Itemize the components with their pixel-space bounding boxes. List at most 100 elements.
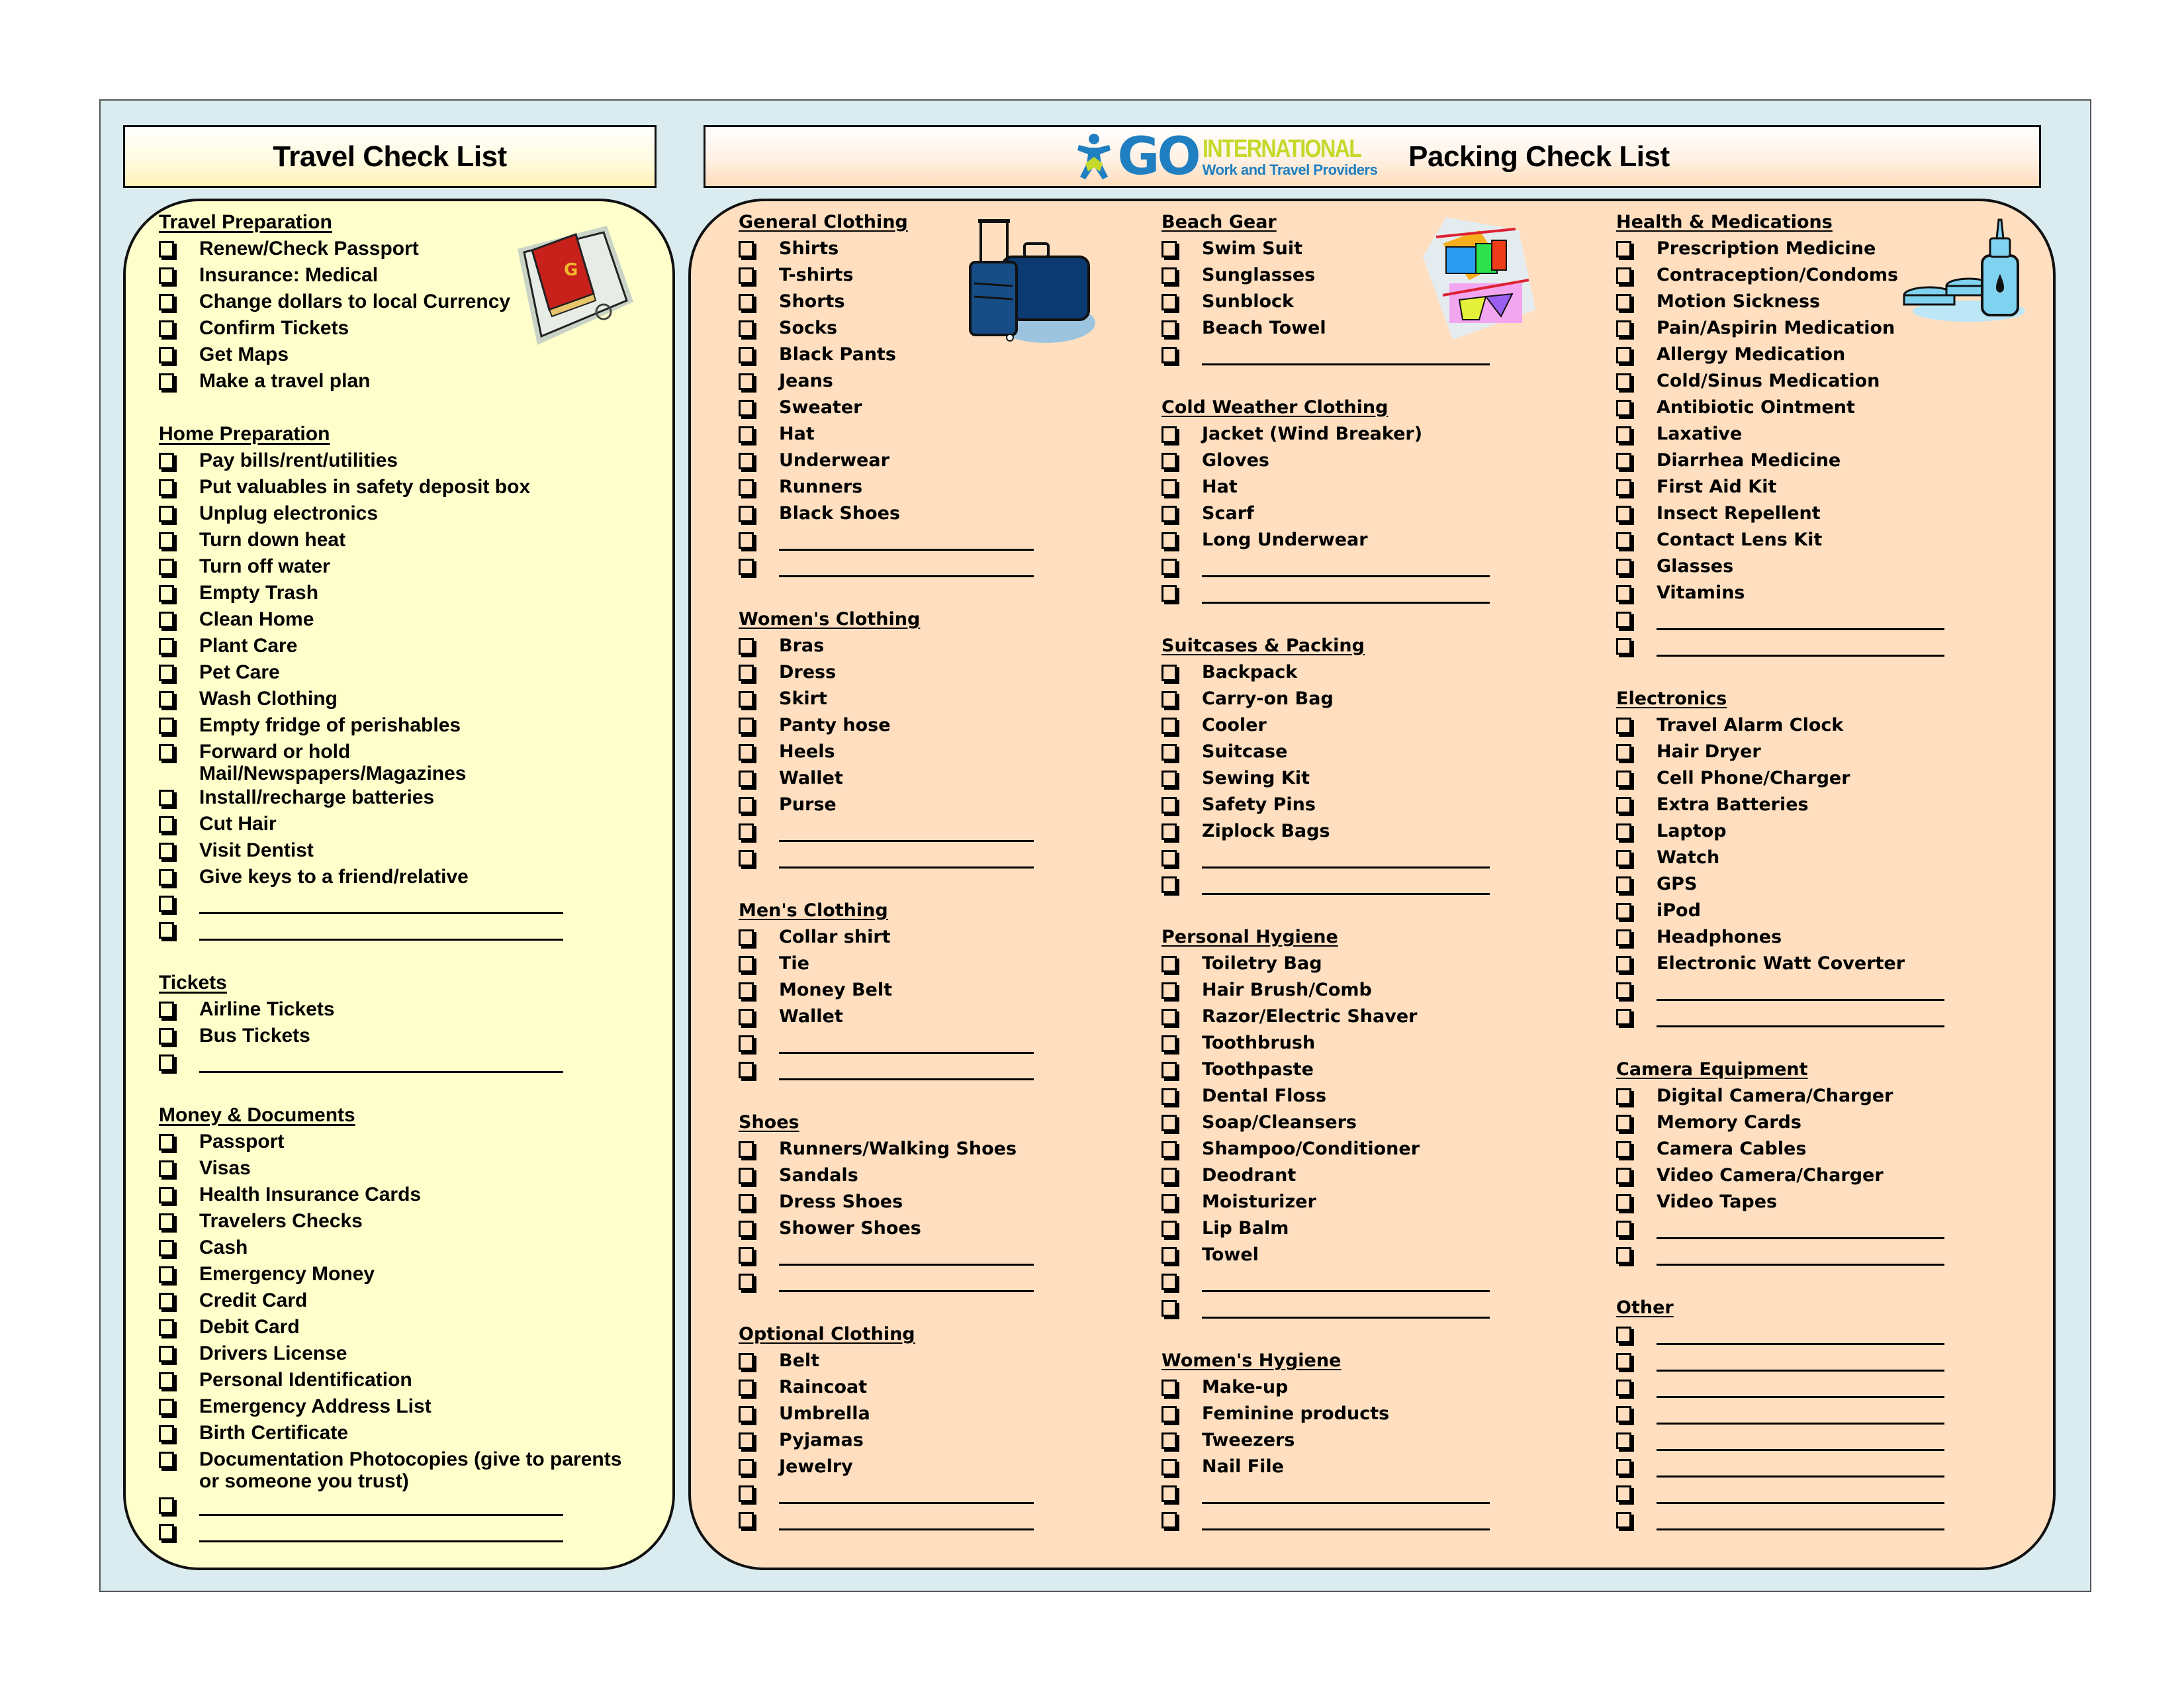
checkbox[interactable]: [739, 982, 754, 999]
checkbox[interactable]: [1616, 1380, 1631, 1396]
checklist-item[interactable]: Sunglasses: [1161, 262, 1490, 289]
checkbox[interactable]: [739, 1221, 754, 1237]
checklist-item[interactable]: Forward or hold Mail/Newspapers/Magazine…: [159, 739, 623, 784]
write-in-line[interactable]: [1657, 1507, 1944, 1530]
checkbox[interactable]: [1161, 1115, 1177, 1131]
checkbox[interactable]: [1616, 453, 1631, 469]
checklist-item[interactable]: Install/recharge batteries: [159, 784, 623, 811]
checkbox[interactable]: [739, 294, 754, 310]
checkbox[interactable]: [739, 373, 754, 390]
checkbox[interactable]: [1616, 797, 1631, 814]
checklist-blank-item[interactable]: [159, 917, 623, 943]
checkbox[interactable]: [739, 426, 754, 443]
checkbox[interactable]: [159, 479, 174, 496]
checkbox[interactable]: [739, 638, 754, 655]
checklist-blank-item[interactable]: [1616, 1507, 1944, 1533]
checklist-item[interactable]: Visit Dentist: [159, 837, 623, 864]
checklist-item[interactable]: Hair Dryer: [1616, 739, 1944, 765]
checklist-item[interactable]: Moisturizer: [1161, 1189, 1490, 1215]
checklist-item[interactable]: Dress: [739, 659, 1034, 686]
checkbox[interactable]: [1616, 1353, 1631, 1370]
checklist-item[interactable]: iPod: [1616, 898, 1944, 924]
checklist-item[interactable]: Prescription Medicine: [1616, 236, 1944, 262]
checkbox[interactable]: [1161, 1194, 1177, 1211]
checkbox[interactable]: [1161, 426, 1177, 443]
checklist-blank-item[interactable]: [1616, 1242, 1944, 1268]
checkbox[interactable]: [1161, 1141, 1177, 1158]
checkbox[interactable]: [1616, 929, 1631, 946]
checklist-item[interactable]: Clean Home: [159, 606, 623, 633]
checkbox[interactable]: [159, 1134, 174, 1150]
checklist-item[interactable]: Contraception/Condoms: [1616, 262, 1944, 289]
checkbox[interactable]: [1161, 1221, 1177, 1237]
checkbox[interactable]: [1161, 1088, 1177, 1105]
checklist-blank-item[interactable]: [739, 845, 1034, 871]
checkbox[interactable]: [159, 1524, 174, 1540]
checklist-item[interactable]: Dress Shoes: [739, 1189, 1034, 1215]
checkbox[interactable]: [1161, 1247, 1177, 1264]
checkbox[interactable]: [1161, 294, 1177, 310]
checklist-blank-item[interactable]: [1161, 342, 1490, 368]
checkbox[interactable]: [1161, 241, 1177, 258]
write-in-line[interactable]: [1202, 342, 1490, 365]
checkbox[interactable]: [159, 1266, 174, 1283]
checklist-item[interactable]: Glasses: [1616, 553, 1944, 580]
checkbox[interactable]: [739, 453, 754, 469]
checklist-item[interactable]: Toiletry Bag: [1161, 951, 1490, 977]
checklist-item[interactable]: Get Maps: [159, 342, 623, 368]
checklist-blank-item[interactable]: [1616, 606, 1944, 633]
write-in-line[interactable]: [1202, 871, 1490, 895]
checklist-item[interactable]: Belt: [739, 1348, 1034, 1374]
checkbox[interactable]: [1161, 1485, 1177, 1502]
checklist-item[interactable]: Black Pants: [739, 342, 1034, 368]
checkbox[interactable]: [739, 850, 754, 867]
checklist-item[interactable]: Insurance: Medical: [159, 262, 623, 289]
checklist-item[interactable]: Tie: [739, 951, 1034, 977]
checklist-item[interactable]: Vitamins: [1616, 580, 1944, 606]
checklist-item[interactable]: Scarf: [1161, 500, 1490, 527]
checkbox[interactable]: [739, 1353, 754, 1370]
checkbox[interactable]: [159, 638, 174, 655]
checklist-blank-item[interactable]: [1161, 1507, 1490, 1533]
checkbox[interactable]: [1616, 718, 1631, 734]
checklist-blank-item[interactable]: [739, 1242, 1034, 1268]
checklist-blank-item[interactable]: [1161, 1480, 1490, 1507]
checkbox[interactable]: [739, 479, 754, 496]
checkbox[interactable]: [739, 347, 754, 363]
checklist-item[interactable]: Sweater: [739, 395, 1034, 421]
write-in-line[interactable]: [199, 1519, 563, 1542]
checkbox[interactable]: [1161, 771, 1177, 787]
checkbox[interactable]: [739, 532, 754, 549]
checkbox[interactable]: [1616, 771, 1631, 787]
checkbox[interactable]: [739, 929, 754, 946]
checkbox[interactable]: [159, 585, 174, 602]
checklist-blank-item[interactable]: [739, 527, 1034, 553]
checklist-item[interactable]: Contact Lens Kit: [1616, 527, 1944, 553]
checklist-item[interactable]: Emergency Address List: [159, 1393, 623, 1420]
checklist-blank-item[interactable]: [1161, 1295, 1490, 1321]
checkbox[interactable]: [159, 665, 174, 681]
checkbox[interactable]: [1616, 823, 1631, 840]
write-in-line[interactable]: [1202, 553, 1490, 577]
checkbox[interactable]: [1616, 1194, 1631, 1211]
checklist-item[interactable]: Pet Care: [159, 659, 623, 686]
checklist-item[interactable]: Drivers License: [159, 1340, 623, 1367]
checklist-item[interactable]: First Aid Kit: [1616, 474, 1944, 500]
write-in-line[interactable]: [199, 890, 563, 914]
checklist-item[interactable]: Heels: [739, 739, 1034, 765]
checklist-item[interactable]: Shower Shoes: [739, 1215, 1034, 1242]
checkbox[interactable]: [159, 691, 174, 708]
checklist-item[interactable]: Travelers Checks: [159, 1208, 623, 1235]
checkbox[interactable]: [739, 267, 754, 284]
checkbox[interactable]: [739, 1485, 754, 1502]
checklist-item[interactable]: Wash Clothing: [159, 686, 623, 712]
write-in-line[interactable]: [1202, 1268, 1490, 1292]
checklist-item[interactable]: Empty Trash: [159, 580, 623, 606]
checkbox[interactable]: [1161, 1062, 1177, 1078]
checklist-item[interactable]: Make a travel plan: [159, 368, 623, 395]
write-in-line[interactable]: [779, 1507, 1034, 1530]
checkbox[interactable]: [159, 1319, 174, 1336]
checklist-item[interactable]: Cell Phone/Charger: [1616, 765, 1944, 792]
checklist-blank-item[interactable]: [739, 818, 1034, 845]
checklist-item[interactable]: Beach Towel: [1161, 315, 1490, 342]
